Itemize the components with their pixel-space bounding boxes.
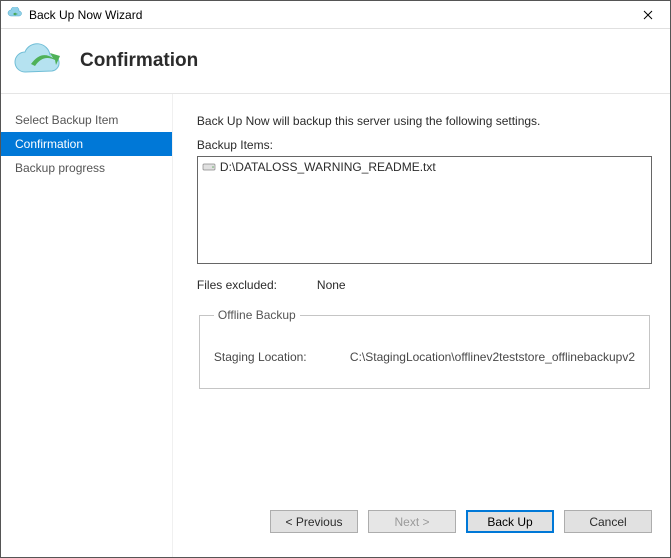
intro-text: Back Up Now will backup this server usin…: [197, 114, 652, 128]
sidebar-item-backup-progress[interactable]: Backup progress: [1, 156, 172, 180]
list-item[interactable]: D:\DATALOSS_WARNING_README.txt: [200, 159, 649, 175]
files-excluded-label: Files excluded:: [197, 278, 317, 292]
content-panel: Back Up Now will backup this server usin…: [173, 94, 670, 557]
list-item-label: D:\DATALOSS_WARNING_README.txt: [220, 160, 436, 174]
app-cloud-icon: [7, 7, 23, 23]
page-title: Confirmation: [80, 50, 198, 72]
cloud-restore-icon: [11, 42, 66, 80]
wizard-header: Confirmation: [1, 29, 670, 94]
staging-location-value: C:\StagingLocation\offlinev2teststore_of…: [350, 350, 635, 364]
files-excluded-row: Files excluded: None: [197, 278, 652, 292]
files-excluded-value: None: [317, 278, 346, 292]
next-button: Next >: [368, 510, 456, 533]
titlebar: Back Up Now Wizard: [1, 1, 670, 29]
backup-items-label: Backup Items:: [197, 138, 652, 152]
sidebar-item-select-backup-item[interactable]: Select Backup Item: [1, 108, 172, 132]
cancel-button[interactable]: Cancel: [564, 510, 652, 533]
staging-location-label: Staging Location:: [214, 350, 350, 364]
close-button[interactable]: [625, 1, 670, 29]
offline-backup-group: Offline Backup Staging Location: C:\Stag…: [199, 308, 650, 389]
backup-items-listbox[interactable]: D:\DATALOSS_WARNING_README.txt: [197, 156, 652, 264]
wizard-buttons: < Previous Next > Back Up Cancel: [197, 500, 652, 547]
backup-button[interactable]: Back Up: [466, 510, 554, 533]
wizard-steps-sidebar: Select Backup Item Confirmation Backup p…: [1, 94, 173, 557]
sidebar-item-confirmation[interactable]: Confirmation: [1, 132, 172, 156]
previous-button[interactable]: < Previous: [270, 510, 358, 533]
offline-backup-legend: Offline Backup: [214, 308, 300, 322]
drive-icon: [202, 161, 216, 173]
window-title: Back Up Now Wizard: [29, 8, 625, 22]
